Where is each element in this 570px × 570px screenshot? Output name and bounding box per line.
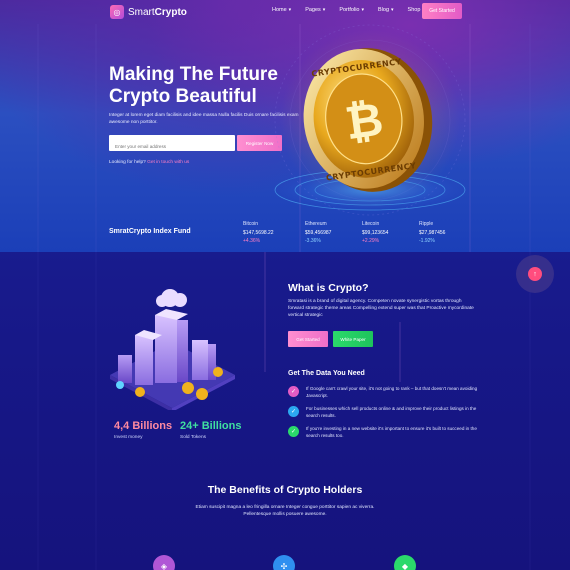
check-icon: ✓ [288, 426, 299, 437]
data-need-item: ✓ For businesses which sell products onl… [288, 406, 488, 426]
ticker-litecoin: Litecoin $99,123654 +2.29% [362, 221, 389, 244]
nav-get-started-button[interactable]: Get Started [422, 3, 462, 19]
logo-text-light: Smart [128, 6, 155, 18]
check-icon: ✓ [288, 406, 299, 417]
scroll-top-button[interactable]: ↑ [516, 255, 554, 293]
hero-section: ◎ SmartCrypto Home ▾ Pages ▾ Portfolio ▾ Bl… [0, 0, 570, 252]
data-need-item: ✓ If Google can't crawl your site, it's … [288, 386, 488, 406]
nav-menu: Home▾ Pages▾ Portfolio▾ Blog▾ Shop▾ [272, 7, 425, 13]
benefits-title: The Benefits of Crypto Holders [207, 484, 363, 496]
nav-item-blog[interactable]: Blog ▾ [378, 7, 394, 13]
nav-item-home[interactable]: Home ▾ [272, 7, 291, 13]
chevron-down-icon: ▾ [361, 7, 365, 13]
contact-link[interactable]: Get in touch with us [147, 160, 189, 165]
about-text: Smratasi is a brand of digital agency. C… [288, 299, 474, 318]
stat-tokens-label: Sold Tokens [180, 435, 207, 440]
about-get-started-button[interactable]: Get Started [288, 331, 328, 347]
help-text: Looking for help? Get in touch with us [109, 160, 189, 165]
white-paper-button[interactable]: White Paper [333, 331, 373, 347]
ticker-ripple: Ripple $27,987456 -1.92% [419, 221, 446, 244]
chevron-down-icon: ▾ [391, 7, 394, 13]
chevron-down-icon: ▾ [322, 7, 326, 13]
index-fund-title: SmratCrypto Index Fund [109, 228, 191, 235]
nav-item-pages[interactable]: Pages ▾ [305, 7, 325, 13]
data-need-item: ✓ If you're investing in a new website i… [288, 426, 488, 446]
brand-logo[interactable]: ◎ SmartCrypto [110, 4, 187, 20]
stat-tokens-value: 24+ Billions [180, 420, 242, 432]
page: ◎ SmartCrypto Home ▾ Pages ▾ Portfolio ▾ Bl… [0, 0, 570, 570]
logo-coin-icon: ◎ [110, 5, 124, 19]
help-prefix: Looking for help? [109, 160, 146, 165]
about-title: What is Crypto? [288, 282, 369, 294]
email-field[interactable] [109, 138, 235, 155]
check-icon: ✓ [288, 386, 299, 397]
benefits-text: Etiam suscipit magna a leo fringilla orn… [195, 505, 375, 517]
bitcoin-coin-illustration: ₿ CRYPTOCURRENCY CRYPTOCURRENCY [270, 24, 470, 216]
email-field-wrapper [109, 135, 235, 155]
isometric-city-illustration [110, 289, 235, 410]
stat-invest-value: 4,4 Billions [114, 420, 173, 432]
benefit-wallet-icon: ◈ [153, 555, 175, 570]
benefit-network-icon: ✣ [273, 555, 295, 570]
benefit-shield-icon: ◆ [394, 555, 416, 570]
logo-text-bold: Crypto [154, 6, 187, 18]
bitcoin-symbol: ₿ [342, 91, 387, 150]
data-need-title: Get The Data You Need [288, 370, 365, 377]
chevron-down-icon: ▾ [288, 7, 292, 13]
arrow-up-icon: ↑ [528, 267, 542, 281]
nav-item-portfolio[interactable]: Portfolio ▾ [339, 7, 364, 13]
ticker-bitcoin: Bitcoin $147,5698.22 +4.36% [243, 221, 274, 244]
stat-invest-label: Invest money [114, 435, 143, 440]
ticker-ethereum: Ethereum $59,456987 -3.36% [305, 221, 332, 244]
